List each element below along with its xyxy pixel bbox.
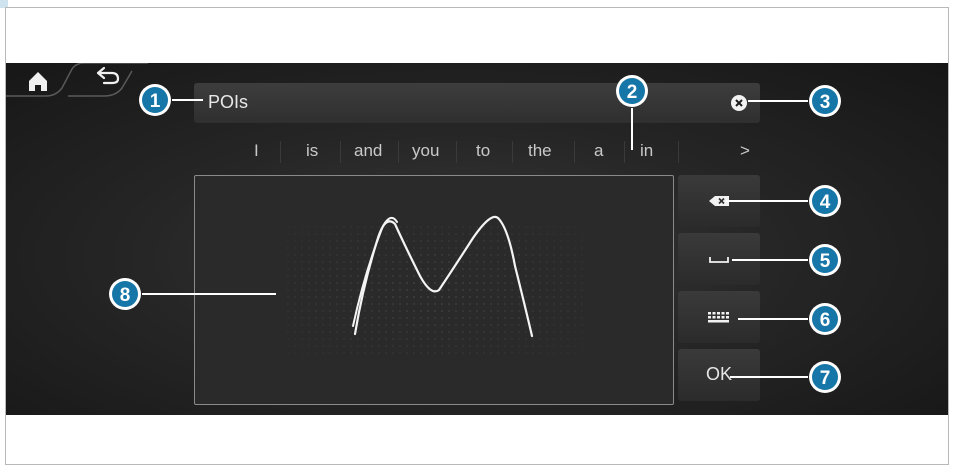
svg-text:5: 5 [820, 251, 831, 272]
callout-8: 8 [109, 278, 141, 310]
callout-3: 3 [809, 85, 841, 117]
callout-4: 4 [809, 185, 841, 217]
svg-text:3: 3 [820, 92, 831, 113]
callout-1: 1 [139, 84, 171, 116]
svg-text:2: 2 [627, 82, 638, 103]
callout-layer: 1 2 3 4 5 6 7 8 [109, 75, 841, 393]
callout-6: 6 [809, 303, 841, 335]
callout-5: 5 [809, 244, 841, 276]
svg-text:4: 4 [820, 192, 831, 213]
svg-text:6: 6 [820, 310, 831, 331]
svg-text:1: 1 [150, 91, 161, 112]
svg-text:8: 8 [120, 285, 131, 306]
callout-7: 7 [809, 361, 841, 393]
svg-text:7: 7 [820, 368, 831, 389]
callout-2: 2 [616, 75, 648, 107]
